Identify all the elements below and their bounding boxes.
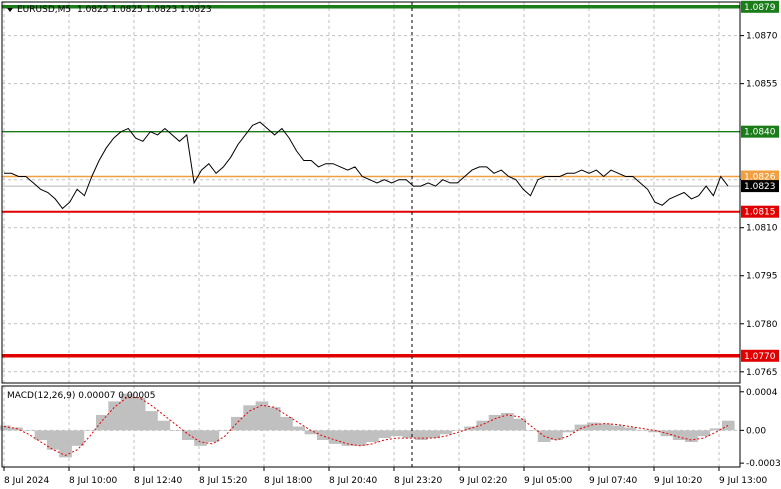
macd-bar: [611, 425, 625, 431]
macd-bar: [697, 430, 710, 437]
macd-bar: [83, 430, 97, 431]
macd-bar: [366, 430, 379, 442]
macd-bar: [316, 430, 330, 440]
time-tick-label: 8 Jul 12:40: [134, 476, 183, 486]
symbol-label: EURUSD,M5: [17, 5, 71, 15]
macd-bar: [181, 430, 195, 440]
price-tick-label: 1.0810: [746, 224, 778, 234]
price-tick-label: 1.0765: [746, 368, 778, 378]
macd-bar: [439, 430, 453, 435]
macd-bar: [353, 430, 367, 446]
macd-bar: [562, 430, 575, 433]
macd-bar: [132, 397, 146, 431]
macd-bar: [145, 411, 158, 431]
ohlc-values: 1.0825 1.0825 1.0823 1.0823: [77, 5, 212, 15]
time-tick-label: 9 Jul 07:40: [589, 476, 638, 486]
time-tick-label: 9 Jul 02:20: [459, 476, 508, 486]
trading-chart[interactable]: 1.08701.08551.08251.08101.07951.07801.07…: [0, 0, 781, 489]
macd-bar: [157, 420, 171, 431]
macd-bar: [721, 420, 735, 431]
macd-bar: [292, 426, 306, 431]
price-tick-label: 1.0780: [746, 320, 778, 330]
macd-bar: [34, 430, 48, 440]
price-tick-label: 1.0855: [746, 80, 778, 90]
time-tick-label: 8 Jul 18:00: [264, 476, 313, 486]
macd-bar: [574, 424, 588, 431]
time-tick-label: 9 Jul 13:00: [719, 476, 768, 486]
time-tick-label: 8 Jul 20:40: [329, 476, 378, 486]
macd-bar: [194, 430, 207, 446]
macd-bar: [586, 422, 600, 431]
time-tick-label: 8 Jul 2024: [4, 476, 49, 486]
macd-bar: [513, 418, 526, 431]
macd-bar: [402, 430, 416, 439]
macd-bar: [599, 423, 612, 431]
macd-bar: [685, 430, 698, 442]
macd-bar: [280, 416, 293, 431]
macd-bar: [22, 430, 36, 431]
macd-bar: [206, 430, 220, 442]
level-tag-label: 1.0840: [744, 128, 776, 138]
price-tick-label: 1.0795: [746, 272, 778, 282]
macd-bar: [623, 427, 637, 431]
time-tick-label: 8 Jul 15:20: [199, 476, 248, 486]
level-tag-label: 1.0815: [744, 208, 776, 218]
price-tick-label: 1.0870: [746, 32, 778, 42]
macd-tick-label: -0.00034: [746, 459, 781, 469]
macd-tick-label: 0.0004: [746, 388, 778, 398]
macd-bar: [96, 414, 109, 431]
time-tick-label: 9 Jul 05:00: [524, 476, 573, 486]
time-tick-label: 8 Jul 10:00: [69, 476, 118, 486]
level-tag-label: 1.0770: [744, 352, 776, 362]
macd-bar: [169, 430, 183, 431]
macd-bar: [390, 430, 404, 437]
level-tag-label: 1.0879: [744, 3, 776, 13]
macd-bar: [525, 430, 539, 431]
time-tick-label: 8 Jul 23:20: [394, 476, 443, 486]
macd-bar: [71, 430, 85, 446]
macd-bar: [267, 407, 281, 431]
time-tick-label: 9 Jul 10:20: [654, 476, 703, 486]
macd-bar: [672, 430, 686, 440]
level-tag-label: 1.0823: [744, 182, 776, 192]
macd-bar: [378, 430, 391, 439]
macd-tick-label: 0.00: [746, 426, 766, 436]
macd-bar: [108, 401, 121, 431]
macd-bar: [636, 430, 649, 431]
macd-label: MACD(12,26,9) 0.00007 0.00005: [7, 391, 156, 401]
macd-bar: [476, 420, 490, 431]
